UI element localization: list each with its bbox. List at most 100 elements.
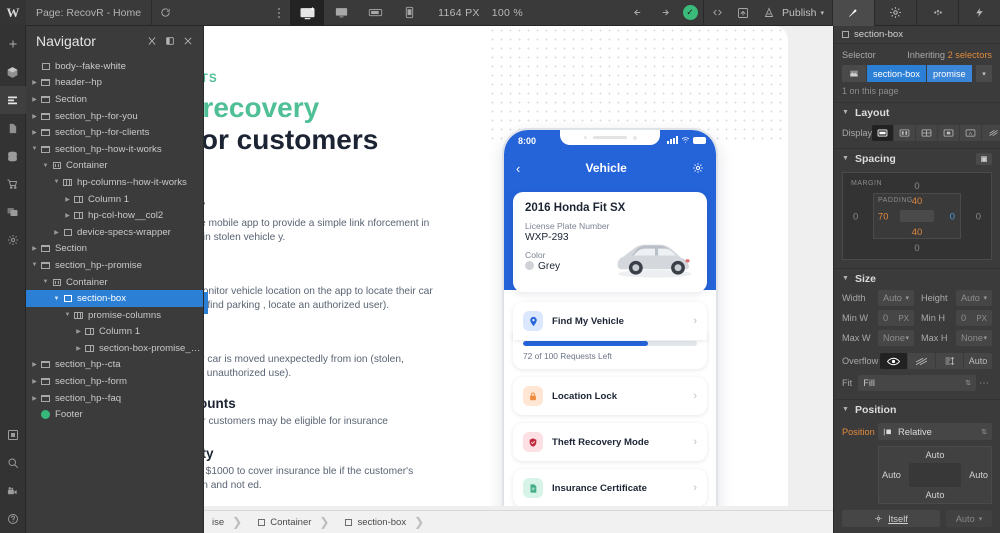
code-icon[interactable]: [704, 0, 730, 26]
navigator-item-section-hp-form[interactable]: ▶ section_hp--form: [26, 373, 203, 390]
navigator-item-section-hp-faq[interactable]: ▶ section_hp--faq: [26, 390, 203, 407]
spacing-expand-icon[interactable]: ▣: [976, 152, 992, 165]
twisty-icon[interactable]: ▼: [41, 279, 50, 285]
display-inline-block-button[interactable]: [938, 125, 961, 141]
tablet-view-button[interactable]: [324, 0, 358, 26]
max-height-input[interactable]: None ▾: [956, 330, 992, 346]
twisty-icon[interactable]: ▼: [52, 179, 61, 185]
twisty-icon[interactable]: ▶: [30, 245, 39, 252]
export-icon[interactable]: [730, 0, 756, 26]
rail-preview[interactable]: [0, 421, 26, 449]
close-panel-icon[interactable]: [179, 30, 197, 52]
interactions-panel-tab[interactable]: [916, 0, 958, 26]
width-input[interactable]: Auto ▾: [878, 290, 914, 306]
padding-right-value[interactable]: 0: [950, 211, 955, 222]
padding-left-value[interactable]: 70: [878, 211, 888, 222]
height-input[interactable]: Auto ▾: [956, 290, 992, 306]
navigator-item-section-hp-how-it-works[interactable]: ▼ section_hp--how-it-works: [26, 141, 203, 158]
navigator-item-device-specs-wrapper[interactable]: ▶ device-specs-wrapper: [26, 224, 203, 241]
breadcrumb-item[interactable]: section-box ❯: [337, 511, 432, 533]
navigator-item-section-hp-promise[interactable]: ▼ section_hp--promise: [26, 257, 203, 274]
twisty-icon[interactable]: ▶: [63, 212, 72, 219]
twisty-icon[interactable]: ▼: [41, 163, 50, 169]
rail-help[interactable]: [0, 505, 26, 533]
list-item[interactable]: Find My Vehicle ›: [513, 302, 707, 340]
element-tag-icon[interactable]: [842, 65, 866, 82]
desktop-view-button[interactable]: [290, 0, 325, 26]
padding-area[interactable]: PADDING 40 40 70 0: [873, 193, 961, 239]
selector-chip-combo[interactable]: promise: [926, 65, 972, 82]
navigator-item-section-hp-for-clients[interactable]: ▶ section_hp--for-clients: [26, 124, 203, 141]
refresh-icon[interactable]: [152, 0, 178, 26]
position-label[interactable]: Position: [842, 427, 878, 437]
navigator-tree[interactable]: body--fake-white ▶ header--hp ▶ Section ▶ sect…: [26, 56, 203, 533]
navigator-item-footer[interactable]: Footer: [26, 406, 203, 423]
twisty-icon[interactable]: ▶: [30, 113, 39, 120]
publish-button[interactable]: Publish ▾: [782, 7, 832, 19]
padding-top-value[interactable]: 40: [912, 195, 922, 206]
margin-left-value[interactable]: 0: [853, 211, 858, 222]
position-bottom-value[interactable]: Auto: [926, 490, 945, 500]
overflow-auto-button[interactable]: Auto: [964, 353, 992, 369]
rail-navigator[interactable]: [0, 86, 26, 114]
rail-components[interactable]: [0, 58, 26, 86]
navigator-item-promise-columns[interactable]: ▼ promise-columns: [26, 307, 203, 324]
webflow-logo[interactable]: W: [0, 0, 26, 26]
list-item[interactable]: Theft Recovery Mode ›: [513, 423, 707, 461]
section-header-size[interactable]: ▼ Size: [834, 268, 1000, 288]
navigator-item-section-box-promise-column[interactable]: ▶ section-box-promise__column-: [26, 340, 203, 357]
twisty-icon[interactable]: ▶: [30, 361, 39, 368]
zindex-value-field[interactable]: Auto ▾: [946, 510, 992, 527]
position-top-value[interactable]: Auto: [926, 450, 945, 460]
rail-settings[interactable]: [0, 226, 26, 254]
fit-more-options-icon[interactable]: ⋯: [976, 378, 992, 389]
twisty-icon[interactable]: ▼: [63, 312, 72, 318]
rail-assets[interactable]: [0, 198, 26, 226]
navigator-item-column-1[interactable]: ▶ Column 1: [26, 191, 203, 208]
display-grid-button[interactable]: [916, 125, 939, 141]
navigator-item-body-fake-white[interactable]: body--fake-white: [26, 58, 203, 75]
fit-select[interactable]: Fill ⇅: [858, 375, 976, 391]
position-left-value[interactable]: Auto: [882, 470, 901, 480]
display-block-button[interactable]: [872, 125, 895, 141]
list-item[interactable]: Insurance Certificate ›: [513, 469, 707, 506]
min-width-input[interactable]: 0 PX: [878, 310, 914, 326]
position-select[interactable]: Relative ⇅: [878, 423, 992, 440]
rail-add-elements[interactable]: [0, 30, 26, 58]
inheriting-count[interactable]: 2 selectors: [948, 50, 992, 60]
navigator-item-container[interactable]: ▼ Container: [26, 158, 203, 175]
display-none-button[interactable]: [982, 125, 1000, 141]
rail-cms[interactable]: [0, 142, 26, 170]
twisty-icon[interactable]: ▶: [30, 129, 39, 136]
overflow-scroll-button[interactable]: [936, 353, 964, 369]
navigator-item-hp-columns-how-it-works[interactable]: ▼ hp-columns--how-it-works: [26, 174, 203, 191]
overflow-hidden-button[interactable]: [908, 353, 936, 369]
twisty-icon[interactable]: ▶: [30, 378, 39, 385]
twisty-icon[interactable]: ▶: [63, 196, 72, 203]
rail-search[interactable]: [0, 449, 26, 477]
spacing-widget[interactable]: MARGIN 0 0 0 0 PADDING 40 40 70 0: [842, 172, 992, 260]
twisty-icon[interactable]: ▼: [30, 146, 39, 152]
viewport-width-value[interactable]: 1164 PX: [426, 7, 492, 19]
page-label[interactable]: Page: RecovR - Home: [26, 0, 153, 26]
rail-pages[interactable]: [0, 114, 26, 142]
breadcrumb-item[interactable]: Container ❯: [250, 511, 337, 533]
min-height-input[interactable]: 0 PX: [956, 310, 992, 326]
navigator-item-hp-col-how-col2[interactable]: ▶ hp-col-how__col2: [26, 207, 203, 224]
navigator-item-section[interactable]: ▶ Section: [26, 241, 203, 258]
selector-chip-primary[interactable]: section-box: [867, 65, 926, 82]
navigator-item-section-box[interactable]: ▼ section-box: [26, 290, 203, 307]
padding-bottom-value[interactable]: 40: [912, 226, 922, 237]
navigator-item-section[interactable]: ▶ Section: [26, 91, 203, 108]
style-panel-tab[interactable]: [832, 0, 874, 26]
twisty-icon[interactable]: ▶: [30, 96, 39, 103]
collapse-all-icon[interactable]: [143, 30, 161, 52]
twisty-icon[interactable]: ▶: [30, 79, 39, 86]
undo-icon[interactable]: [625, 0, 651, 26]
mobile-portrait-view-button[interactable]: [392, 0, 426, 26]
twisty-icon[interactable]: ▶: [74, 328, 83, 335]
redo-icon[interactable]: [651, 0, 677, 26]
twisty-icon[interactable]: ▶: [30, 395, 39, 402]
twisty-icon[interactable]: ▼: [30, 262, 39, 268]
navigator-item-column-1[interactable]: ▶ Column 1: [26, 324, 203, 341]
